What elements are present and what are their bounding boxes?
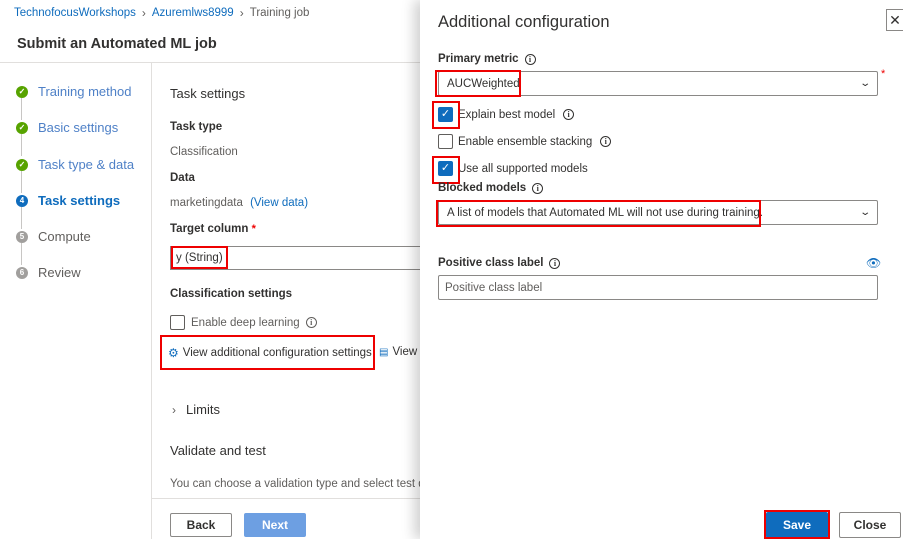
step-connector <box>21 134 22 156</box>
info-icon[interactable]: i <box>563 109 575 120</box>
data-label: Data <box>170 172 195 184</box>
info-icon[interactable]: i <box>532 182 544 194</box>
enable-deep-learning-checkbox[interactable] <box>170 315 185 330</box>
limits-expander[interactable]: › Limits <box>172 402 220 417</box>
enable-ensemble-label: Enable ensemble stacking <box>458 135 593 148</box>
step-connector <box>21 207 22 229</box>
chevron-down-icon: ⌄ <box>858 78 871 89</box>
info-icon[interactable]: i <box>600 136 612 147</box>
validate-title: Validate and test <box>170 443 266 458</box>
step-label: Basic settings <box>38 120 119 135</box>
checkmark-icon: ✓ <box>16 158 28 171</box>
primary-metric-text: Primary metric <box>438 53 519 65</box>
blocked-models-label: Blocked models i <box>438 182 544 194</box>
chevron-right-icon: › <box>239 6 244 20</box>
required-mark: * <box>881 68 886 80</box>
data-value: marketingdata (View data) <box>170 197 308 209</box>
positive-class-text: Positive class label <box>438 257 544 269</box>
highlight-box <box>432 156 460 184</box>
divider <box>151 63 152 539</box>
highlight-box <box>432 101 460 129</box>
highlight-box <box>160 335 375 370</box>
step-number: 4 <box>16 194 28 207</box>
chevron-right-icon: › <box>172 402 176 417</box>
breadcrumb: TechnofocusWorkshops › Azuremlws8999 › T… <box>14 6 309 20</box>
highlight-box <box>171 246 228 269</box>
step-label: Task settings <box>38 193 121 208</box>
step-label: Compute <box>38 229 91 244</box>
breadcrumb-current: Training job <box>249 7 310 19</box>
step-label: Task type & data <box>38 157 135 172</box>
view-featurization-text: View <box>392 346 418 358</box>
info-icon[interactable]: i <box>549 257 561 269</box>
section-title: Task settings <box>170 86 246 101</box>
next-button[interactable]: Next <box>244 513 306 537</box>
use-all-models-row: ✓ Use all supported models <box>438 161 588 176</box>
info-icon[interactable]: i <box>524 53 536 65</box>
classification-settings-label: Classification settings <box>170 288 293 300</box>
eye-icon[interactable]: 👁 <box>866 256 881 270</box>
dataset-name: marketingdata <box>170 197 243 209</box>
panel-title: Additional configuration <box>438 13 610 31</box>
checkmark-icon: ✓ <box>16 121 28 134</box>
highlight-box <box>436 200 761 227</box>
step-number: 6 <box>16 266 28 279</box>
task-type-value: Classification <box>170 146 238 158</box>
target-column-label: Target column * <box>170 223 256 235</box>
step-connector <box>21 171 22 193</box>
enable-ensemble-row: Enable ensemble stacking i <box>438 134 612 149</box>
step-review[interactable]: 6 Review <box>16 265 81 280</box>
chevron-down-icon: ⌄ <box>858 207 871 218</box>
explain-best-model-label: Explain best model <box>458 108 556 121</box>
breadcrumb-workspace[interactable]: TechnofocusWorkshops <box>14 7 136 19</box>
primary-metric-label: Primary metric i <box>438 53 536 65</box>
step-training-method[interactable]: ✓ Training method <box>16 84 131 99</box>
required-mark: * <box>251 223 256 235</box>
breadcrumb-resource[interactable]: Azuremlws8999 <box>152 7 234 19</box>
close-icon[interactable]: ✕ <box>886 9 903 31</box>
target-column-text: Target column <box>170 223 249 235</box>
step-task-settings[interactable]: 4 Task settings <box>16 193 120 208</box>
step-connector <box>21 243 22 265</box>
back-button[interactable]: Back <box>170 513 232 537</box>
view-featurization-link[interactable]: ▤ View <box>379 346 417 358</box>
settings-list-icon: ▤ <box>379 346 389 358</box>
step-connector <box>21 98 22 120</box>
positive-class-input[interactable]: Positive class label <box>438 275 878 300</box>
use-all-models-label: Use all supported models <box>458 162 588 175</box>
limits-label: Limits <box>186 402 220 417</box>
enable-deep-learning-label: Enable deep learning <box>191 316 300 329</box>
positive-class-label: Positive class label i <box>438 257 561 269</box>
divider <box>151 498 421 499</box>
highlight-box <box>764 510 830 539</box>
step-basic-settings[interactable]: ✓ Basic settings <box>16 120 118 135</box>
step-task-type-data[interactable]: ✓ Task type & data <box>16 157 134 172</box>
highlight-box <box>435 70 521 97</box>
checkmark-icon: ✓ <box>16 85 28 98</box>
blocked-models-text: Blocked models <box>438 182 527 194</box>
step-number: 5 <box>16 230 28 243</box>
page-title: Submit an Automated ML job <box>17 36 217 52</box>
view-data-link[interactable]: (View data) <box>250 197 308 209</box>
step-compute[interactable]: 5 Compute <box>16 229 91 244</box>
step-label: Review <box>38 265 81 280</box>
chevron-right-icon: › <box>141 6 146 20</box>
enable-ensemble-checkbox[interactable] <box>438 134 453 149</box>
divider <box>0 62 420 63</box>
enable-deep-learning-row: Enable deep learning i <box>170 315 317 330</box>
validate-description: You can choose a validation type and sel… <box>170 478 420 490</box>
info-icon[interactable]: i <box>305 317 317 328</box>
close-button[interactable]: Close <box>839 512 901 538</box>
task-type-label: Task type <box>170 121 223 133</box>
additional-configuration-panel: Additional configuration ✕ Primary metri… <box>420 0 903 539</box>
step-label: Training method <box>38 84 132 99</box>
